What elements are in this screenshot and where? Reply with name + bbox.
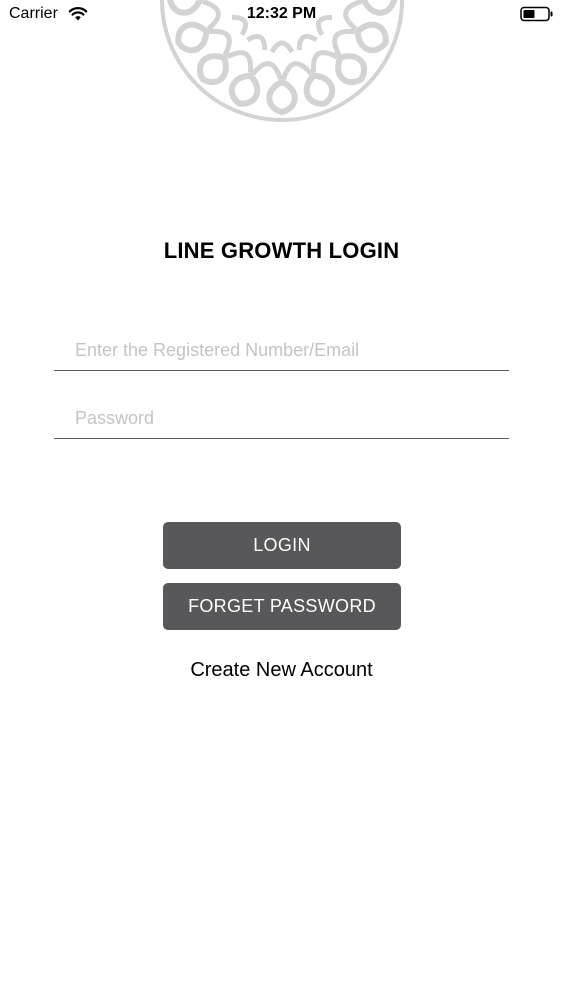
- clock: 12:32 PM: [246, 5, 317, 22]
- login-screen: Carrier 12:32 PM LINE GROWTH LOGIN LOGIN…: [0, 0, 563, 1000]
- password-field[interactable]: [54, 399, 509, 439]
- page-title: LINE GROWTH LOGIN: [163, 238, 400, 263]
- create-account-link[interactable]: Create New Account: [0, 659, 563, 682]
- login-button[interactable]: LOGIN: [163, 522, 401, 569]
- forget-password-button[interactable]: FORGET PASSWORD: [163, 583, 401, 630]
- status-bar: Carrier 12:32 PM: [0, 0, 563, 30]
- email-field[interactable]: [54, 331, 509, 371]
- battery-icon: [520, 6, 553, 22]
